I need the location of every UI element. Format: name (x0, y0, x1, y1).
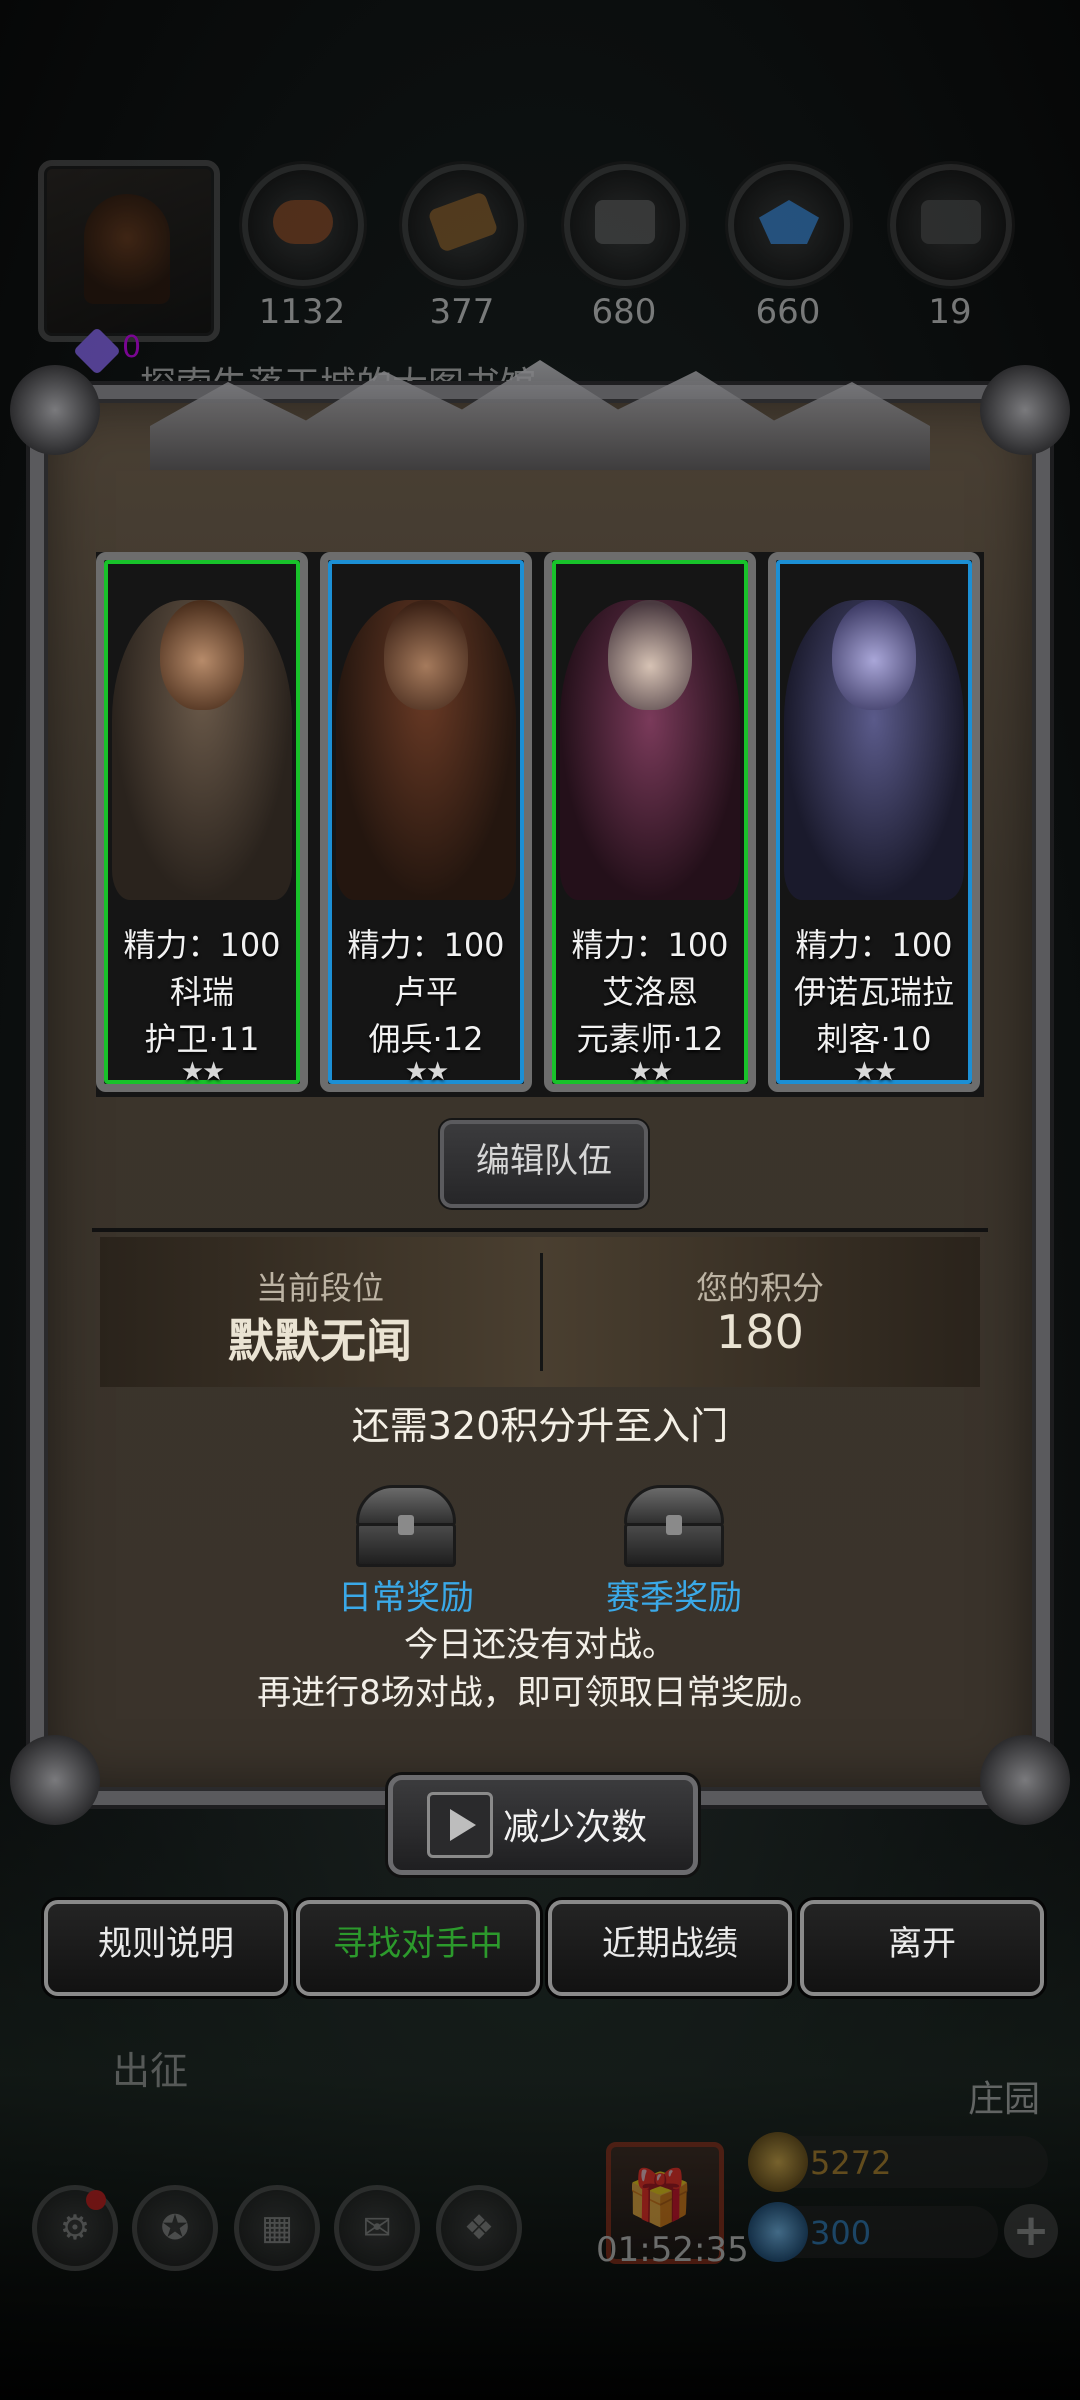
resource-crystal-value: 660 (755, 292, 821, 332)
quest-tracker[interactable]: 0 探索失落王城的大图书馆 (50, 326, 950, 406)
resource-stone-value: 680 (591, 292, 657, 332)
codex-icon[interactable]: ▦ (234, 2185, 320, 2271)
stone-icon (595, 200, 655, 244)
rank-up-requirement: 还需320积分升至入门 (351, 1404, 729, 1448)
gift-timer: 01:52:35 (596, 2230, 749, 2270)
rank-summary: 当前段位 默默无闻 您的积分 180 (100, 1237, 980, 1387)
score-caption: 您的积分 (695, 1269, 824, 1307)
player-avatar[interactable] (38, 160, 220, 342)
diamond-icon (748, 2202, 808, 2262)
chest-icon (398, 1515, 414, 1535)
score-value: 180 (716, 1305, 804, 1359)
rules-button[interactable]: 规则说明 (44, 1900, 288, 1996)
play-icon (427, 1792, 493, 1858)
battle-info-line1: 今日还没有对战。 (404, 1625, 676, 1665)
edit-team-button[interactable]: 编辑队伍 (440, 1120, 648, 1208)
gem-icon (72, 326, 122, 376)
resource-meat[interactable]: 1132 (242, 164, 364, 332)
gold-coin-icon (748, 2132, 808, 2192)
current-rank-value: 默默无闻 (228, 1314, 412, 1368)
resource-iron-value: 19 (928, 292, 972, 332)
current-rank-caption: 当前段位 (255, 1269, 384, 1307)
diamond-value: 300 (810, 2214, 872, 2252)
meat-icon (273, 200, 333, 244)
resource-wood-value: 377 (429, 292, 495, 332)
resource-stone[interactable]: 680 (564, 164, 686, 332)
wood-icon (427, 191, 499, 253)
expedition-label[interactable]: 出征 (112, 2040, 188, 2095)
searching-opponent-button[interactable]: 寻找对手中 (296, 1900, 540, 1996)
manor-label[interactable]: 庄园 (968, 2070, 1040, 2122)
resource-crystal[interactable]: 660 (728, 164, 850, 332)
hooded-figure-icon (84, 194, 170, 304)
gold-value: 5272 (810, 2144, 892, 2182)
recent-battles-button[interactable]: 近期战绩 (548, 1900, 792, 1996)
reduce-count-button[interactable]: 减少次数 (388, 1775, 698, 1875)
resource-iron[interactable]: 19 (890, 164, 1012, 332)
season-reward-chest[interactable] (624, 1485, 724, 1567)
achievement-icon[interactable]: ✪ (132, 2185, 218, 2271)
resource-wood[interactable]: 377 (402, 164, 524, 332)
notification-dot (86, 2190, 106, 2210)
gold-counter[interactable]: 5272 (748, 2132, 1048, 2192)
section-divider (92, 1228, 988, 1232)
resource-meat-value: 1132 (258, 292, 346, 332)
mail-icon[interactable]: ✉ (334, 2185, 420, 2271)
panel-content: 编辑队伍 当前段位 默默无闻 您的积分 180 还需320积分升至入门 日常奖励… (30, 385, 1050, 1875)
diamond-counter[interactable]: 300 (748, 2202, 998, 2262)
gem-count: 0 (122, 330, 142, 365)
daily-reward-chest[interactable] (356, 1485, 456, 1567)
iron-icon (921, 200, 981, 244)
reduce-count-label: 减少次数 (503, 1807, 648, 1848)
add-currency-button[interactable]: + (1004, 2204, 1058, 2258)
shop-icon[interactable]: ❖ (436, 2185, 522, 2271)
leave-button[interactable]: 离开 (800, 1900, 1044, 1996)
season-reward-label[interactable]: 赛季奖励 (574, 1570, 774, 1619)
chest-icon (666, 1515, 682, 1535)
crystal-icon (759, 200, 819, 244)
battle-info-line2: 再进行8场对战，即可领取日常奖励。 (257, 1673, 823, 1713)
daily-reward-label[interactable]: 日常奖励 (306, 1570, 506, 1619)
